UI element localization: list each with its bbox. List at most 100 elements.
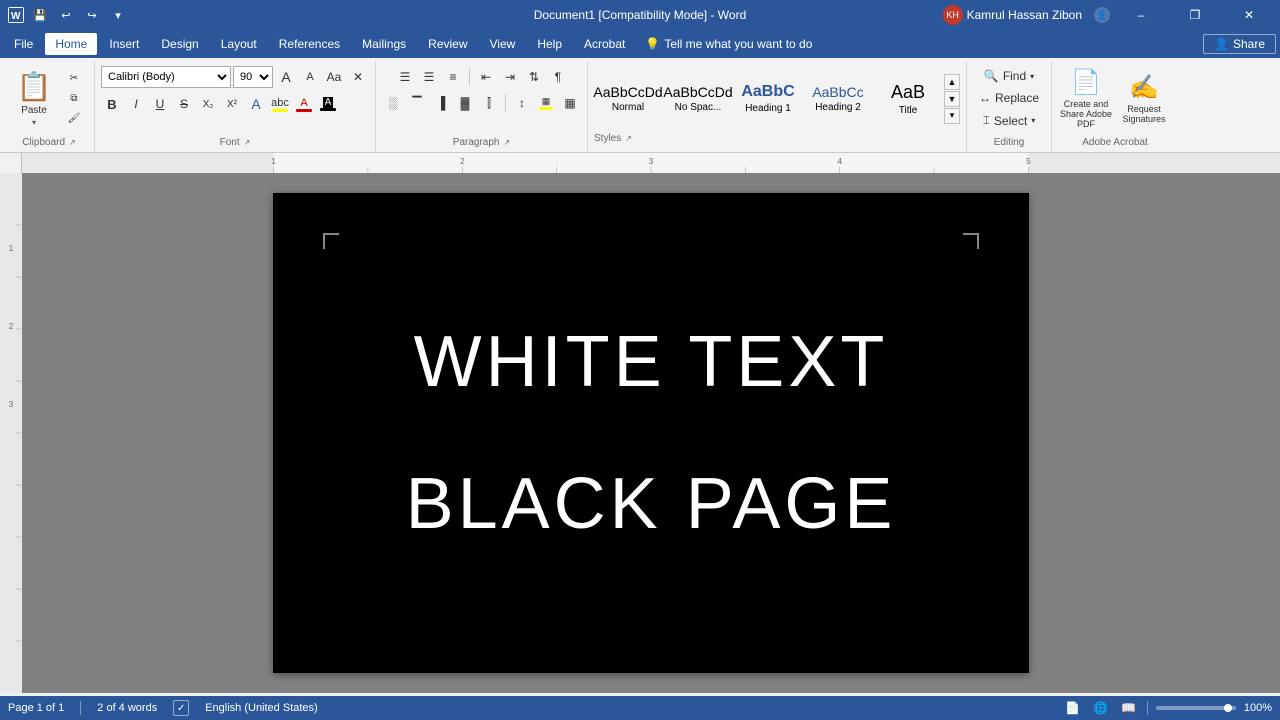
style-normal-preview: AaBbCcDd: [593, 84, 662, 100]
shrink-font-button[interactable]: A: [299, 66, 321, 88]
restore-button[interactable]: ❐: [1172, 0, 1218, 30]
line-spacing-button[interactable]: ↕: [511, 92, 533, 114]
styles-expand-icon[interactable]: ↗: [625, 134, 632, 143]
cut-button[interactable]: ✂: [60, 70, 88, 88]
clipboard-expand-icon[interactable]: ↗: [69, 138, 76, 147]
styles-more-button[interactable]: ▾: [944, 108, 960, 124]
zoom-slider[interactable]: [1156, 706, 1236, 710]
menu-help[interactable]: Help: [527, 33, 572, 55]
style-heading1[interactable]: AaBbC Heading 1: [734, 71, 802, 127]
user-area: KH Kamrul Hassan Zibon: [943, 5, 1082, 25]
paste-button[interactable]: 📋 Paste ▾: [10, 71, 58, 127]
numbering-button[interactable]: ☰: [418, 66, 440, 88]
align-right-button[interactable]: ▐: [430, 92, 452, 114]
request-signatures-button[interactable]: ✍ Request Signatures: [1116, 71, 1172, 127]
grow-font-button[interactable]: A: [275, 66, 297, 88]
align-left-button[interactable]: ░: [382, 92, 404, 114]
text-effects-button[interactable]: A: [245, 93, 267, 115]
language-status: English (United States): [205, 702, 318, 714]
shading-button[interactable]: ▦: [535, 92, 557, 114]
format-painter-button[interactable]: 🖌: [60, 110, 88, 128]
web-view-button[interactable]: 🌐: [1091, 698, 1111, 718]
columns-button[interactable]: ⫿: [478, 92, 500, 114]
minimize-button[interactable]: –: [1118, 0, 1164, 30]
horizontal-ruler: 1 2 3 4 5: [22, 153, 1280, 173]
select-button[interactable]: ⌶ Select ▾: [977, 110, 1042, 131]
undo-qat-button[interactable]: ↩: [56, 5, 76, 25]
menu-view[interactable]: View: [480, 33, 526, 55]
lightbulb-icon: 💡: [645, 37, 660, 51]
editing-label: Editing: [994, 135, 1025, 152]
menu-home[interactable]: Home: [45, 33, 97, 55]
paragraph-group: ☰ ☰ ≡ ⇤ ⇥ ⇅ ¶ ░ ▔ ▐ ▓ ⫿ ↕ ▦: [376, 62, 588, 152]
document-page[interactable]: WHITE TEXT BLACK PAGE: [273, 193, 1029, 673]
close-button[interactable]: ✕: [1226, 0, 1272, 30]
share-button[interactable]: 👤 Share: [1203, 34, 1276, 54]
font-name-select[interactable]: Calibri (Body): [101, 66, 231, 88]
save-qat-button[interactable]: 💾: [30, 5, 50, 25]
styles-scroll-down[interactable]: ▼: [944, 91, 960, 107]
print-view-button[interactable]: 📄: [1063, 698, 1083, 718]
style-title[interactable]: AaB Title: [874, 71, 942, 127]
font-shading-button[interactable]: A: [317, 93, 339, 115]
menu-design[interactable]: Design: [151, 33, 208, 55]
read-view-button[interactable]: 📖: [1119, 698, 1139, 718]
redo-qat-button[interactable]: ↪: [82, 5, 102, 25]
style-heading2[interactable]: AaBbCc Heading 2: [804, 71, 872, 127]
menu-review[interactable]: Review: [418, 33, 477, 55]
track-changes-icon[interactable]: ✓: [173, 700, 189, 716]
decrease-indent-button[interactable]: ⇤: [475, 66, 497, 88]
borders-button[interactable]: ▦: [559, 92, 581, 114]
adobe-group-content: 📄 Create and Share Adobe PDF ✍ Request S…: [1058, 62, 1172, 135]
style-nospacing[interactable]: AaBbCcDd No Spac...: [664, 71, 732, 127]
subscript-button[interactable]: X₂: [197, 93, 219, 115]
bullets-button[interactable]: ☰: [394, 66, 416, 88]
customize-qat-button[interactable]: ▾: [108, 5, 128, 25]
tell-me-bar[interactable]: 💡 Tell me what you want to do: [645, 37, 812, 51]
paragraph-expand-icon[interactable]: ↗: [504, 138, 511, 147]
font-color-button[interactable]: A: [293, 93, 315, 115]
doc-line1[interactable]: WHITE TEXT: [414, 321, 889, 403]
center-button[interactable]: ▔: [406, 92, 428, 114]
menu-mailings[interactable]: Mailings: [352, 33, 416, 55]
justify-button[interactable]: ▓: [454, 92, 476, 114]
select-dropdown-icon[interactable]: ▾: [1031, 116, 1035, 125]
find-button[interactable]: 🔍 Find ▾: [978, 66, 1040, 86]
underline-button[interactable]: U: [149, 93, 171, 115]
status-bar-right: 📄 🌐 📖 100%: [1063, 698, 1272, 718]
show-marks-button[interactable]: ¶: [547, 66, 569, 88]
create-share-pdf-button[interactable]: 📄 Create and Share Adobe PDF: [1058, 71, 1114, 127]
style-normal[interactable]: AaBbCcDd Normal: [594, 71, 662, 127]
font-row-1: Calibri (Body) 90 A A Aa ✕: [101, 66, 369, 88]
user-photo-icon[interactable]: 👤: [1094, 7, 1110, 23]
italic-button[interactable]: I: [125, 93, 147, 115]
bold-button[interactable]: B: [101, 93, 123, 115]
clear-format-button[interactable]: ✕: [347, 66, 369, 88]
highlight-button[interactable]: abc: [269, 93, 291, 115]
replace-button[interactable]: ↔ Replace: [973, 88, 1045, 108]
font-expand-icon[interactable]: ↗: [244, 138, 251, 147]
menu-acrobat[interactable]: Acrobat: [574, 33, 635, 55]
menu-insert[interactable]: Insert: [99, 33, 149, 55]
doc-line2[interactable]: BLACK PAGE: [406, 463, 897, 545]
styles-scroll-up[interactable]: ▲: [944, 74, 960, 90]
clipboard-group-content: 📋 Paste ▾ ✂ ⧉ 🖌: [10, 62, 88, 135]
strikethrough-button[interactable]: S: [173, 93, 195, 115]
menu-layout[interactable]: Layout: [211, 33, 267, 55]
change-case-button[interactable]: Aa: [323, 66, 345, 88]
font-size-select[interactable]: 90: [233, 66, 273, 88]
superscript-button[interactable]: X²: [221, 93, 243, 115]
increase-indent-button[interactable]: ⇥: [499, 66, 521, 88]
paste-dropdown-icon[interactable]: ▾: [32, 118, 36, 127]
find-icon: 🔍: [984, 69, 999, 83]
multilevel-button[interactable]: ≡: [442, 66, 464, 88]
copy-button[interactable]: ⧉: [60, 90, 88, 108]
find-dropdown-icon[interactable]: ▾: [1030, 72, 1034, 81]
menu-file[interactable]: File: [4, 33, 43, 55]
sort-button[interactable]: ⇅: [523, 66, 545, 88]
select-icon: ⌶: [983, 113, 990, 128]
svg-text:4: 4: [837, 157, 842, 166]
menu-references[interactable]: References: [269, 33, 350, 55]
paste-icon: 📋: [17, 70, 52, 103]
styles-gallery: AaBbCcDd Normal AaBbCcDd No Spac... AaBb…: [594, 67, 960, 131]
